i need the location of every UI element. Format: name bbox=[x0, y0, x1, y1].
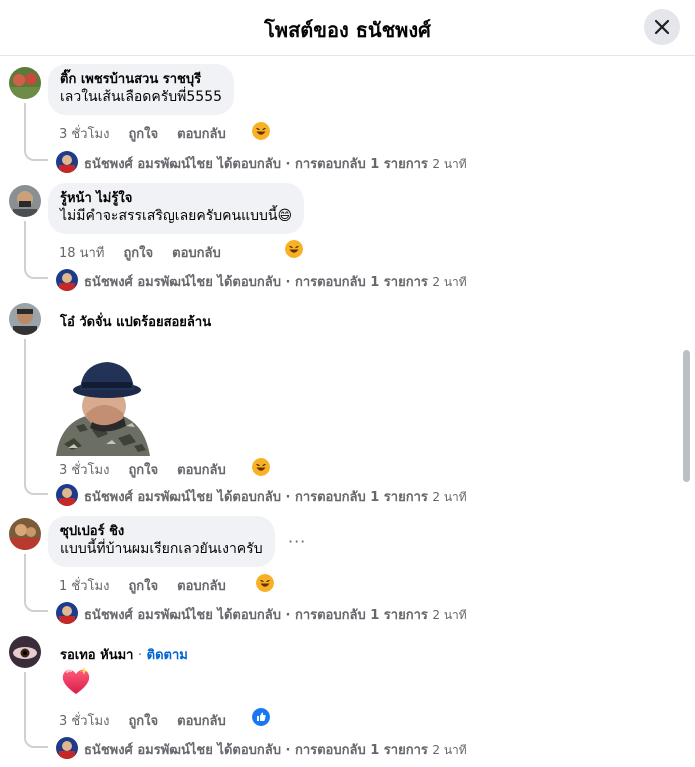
comment-actions: 1 ชั่วโมง ถูกใจ ตอบกลับ bbox=[59, 575, 245, 596]
commenter-name[interactable]: โอ๋ วัดจั่น แปดร้อยสอยล้าน bbox=[60, 311, 211, 332]
reply-thread-line bbox=[24, 103, 48, 161]
comment-text: ไม่มีคำจะสรรเสริญเลยครับคนแบบนี้😄 bbox=[60, 208, 293, 224]
reply-time: 2 นาที bbox=[432, 490, 467, 504]
reply-time: 2 นาที bbox=[432, 743, 467, 757]
avatar[interactable] bbox=[9, 636, 41, 668]
reply-button[interactable]: ตอบกลับ bbox=[177, 123, 226, 144]
commenter-name-row: รอเทอ หันมา · ติดตาม bbox=[60, 644, 188, 665]
haha-reaction-icon[interactable] bbox=[252, 122, 270, 140]
comment-text: แบบนี้ที่บ้านผมเรียกเลวยันเงาครับ bbox=[60, 541, 263, 557]
reply-thread-line bbox=[24, 554, 48, 612]
comment-actions: 3 ชั่วโมง ถูกใจ ตอบกลับ bbox=[59, 710, 245, 731]
scrollbar-thumb[interactable] bbox=[683, 350, 690, 482]
sparkling-heart-icon bbox=[62, 667, 90, 694]
view-replies-link[interactable]: ธนัชพงศ์ อมรพัฒน์ไชย ได้ตอบกลับ · การตอบ… bbox=[84, 486, 467, 507]
view-replies-link[interactable]: ธนัชพงศ์ อมรพัฒน์ไชย ได้ตอบกลับ · การตอบ… bbox=[84, 153, 467, 174]
replier-avatar[interactable] bbox=[56, 737, 78, 759]
comment-time[interactable]: 3 ชั่วโมง bbox=[59, 710, 109, 731]
reply-summary[interactable]: ธนัชพงศ์ อมรพัฒน์ไชย ได้ตอบกลับ · การตอบ… bbox=[84, 608, 428, 623]
comment-actions: 3 ชั่วโมง ถูกใจ ตอบกลับ bbox=[59, 459, 245, 480]
comment-actions: 18 นาที ถูกใจ ตอบกลับ bbox=[59, 242, 240, 263]
close-button[interactable] bbox=[644, 9, 680, 45]
comment-actions: 3 ชั่วโมง ถูกใจ ตอบกลับ bbox=[59, 123, 245, 144]
commenter-name[interactable]: ติ๊ก เพชรบ้านสวน ราชบุรี bbox=[60, 71, 222, 88]
reply-summary[interactable]: ธนัชพงศ์ อมรพัฒน์ไชย ได้ตอบกลับ · การตอบ… bbox=[84, 490, 428, 505]
commenter-name[interactable]: ซุปเปอร์ ชิง bbox=[60, 523, 263, 540]
comment-bubble: ติ๊ก เพชรบ้านสวน ราชบุรี เลวในเส้นเลือดค… bbox=[48, 64, 235, 115]
like-button[interactable]: ถูกใจ bbox=[128, 123, 158, 144]
follow-button[interactable]: ติดตาม bbox=[147, 648, 188, 663]
reply-time: 2 นาที bbox=[432, 275, 467, 289]
reply-thread-line bbox=[24, 672, 48, 748]
reply-time: 2 นาที bbox=[432, 157, 467, 171]
comment-time[interactable]: 3 ชั่วโมง bbox=[59, 459, 109, 480]
replier-avatar[interactable] bbox=[56, 602, 78, 624]
view-replies-link[interactable]: ธนัชพงศ์ อมรพัฒน์ไชย ได้ตอบกลับ · การตอบ… bbox=[84, 271, 467, 292]
post-dialog-header: โพสต์ของ ธนัชพงศ์ bbox=[0, 0, 695, 56]
reply-summary[interactable]: ธนัชพงศ์ อมรพัฒน์ไชย ได้ตอบกลับ · การตอบ… bbox=[84, 275, 428, 290]
reply-button[interactable]: ตอบกลับ bbox=[177, 710, 226, 731]
comment-time[interactable]: 1 ชั่วโมง bbox=[59, 575, 109, 596]
haha-reaction-icon[interactable] bbox=[252, 458, 270, 476]
reply-button[interactable]: ตอบกลับ bbox=[172, 242, 221, 263]
commenter-name[interactable]: รอเทอ หันมา bbox=[60, 648, 133, 663]
comment-bubble: รู้หน้า ไม่รู้ใจ ไม่มีคำจะสรรเสริญเลยครั… bbox=[48, 183, 305, 234]
haha-reaction-icon[interactable] bbox=[256, 574, 274, 592]
like-button[interactable]: ถูกใจ bbox=[128, 459, 158, 480]
avatar[interactable] bbox=[9, 67, 41, 99]
more-options-icon[interactable]: ··· bbox=[288, 532, 306, 551]
view-replies-link[interactable]: ธนัชพงศ์ อมรพัฒน์ไชย ได้ตอบกลับ · การตอบ… bbox=[84, 739, 467, 760]
like-button[interactable]: ถูกใจ bbox=[128, 710, 158, 731]
dialog-title: โพสต์ของ ธนัชพงศ์ bbox=[264, 18, 431, 42]
comment-text: เลวในเส้นเลือดครับพี่5555 bbox=[60, 89, 223, 105]
view-replies-link[interactable]: ธนัชพงศ์ อมรพัฒน์ไชย ได้ตอบกลับ · การตอบ… bbox=[84, 604, 467, 625]
replier-avatar[interactable] bbox=[56, 269, 78, 291]
like-button[interactable]: ถูกใจ bbox=[123, 242, 153, 263]
replier-avatar[interactable] bbox=[56, 484, 78, 506]
reply-button[interactable]: ตอบกลับ bbox=[177, 575, 226, 596]
avatar[interactable] bbox=[9, 518, 41, 550]
commenter-name[interactable]: รู้หน้า ไม่รู้ใจ bbox=[60, 190, 292, 207]
reply-summary[interactable]: ธนัชพงศ์ อมรพัฒน์ไชย ได้ตอบกลับ · การตอบ… bbox=[84, 743, 428, 758]
reply-summary[interactable]: ธนัชพงศ์ อมรพัฒน์ไชย ได้ตอบกลับ · การตอบ… bbox=[84, 157, 428, 172]
like-reaction-icon[interactable] bbox=[252, 708, 270, 726]
close-icon bbox=[654, 19, 670, 35]
replier-avatar[interactable] bbox=[56, 151, 78, 173]
comment-bubble: ซุปเปอร์ ชิง แบบนี้ที่บ้านผมเรียกเลวยันเ… bbox=[48, 516, 275, 567]
like-button[interactable]: ถูกใจ bbox=[128, 575, 158, 596]
avatar[interactable] bbox=[9, 303, 41, 335]
reply-button[interactable]: ตอบกลับ bbox=[177, 459, 226, 480]
reply-thread-line bbox=[24, 339, 48, 495]
sticker-image[interactable] bbox=[46, 356, 156, 456]
reply-time: 2 นาที bbox=[432, 608, 467, 622]
reply-thread-line bbox=[24, 221, 48, 279]
avatar[interactable] bbox=[9, 185, 41, 217]
name-separator: · bbox=[138, 648, 143, 663]
comment-time[interactable]: 3 ชั่วโมง bbox=[59, 123, 109, 144]
haha-reaction-icon[interactable] bbox=[285, 240, 303, 258]
comment-time[interactable]: 18 นาที bbox=[59, 242, 104, 263]
